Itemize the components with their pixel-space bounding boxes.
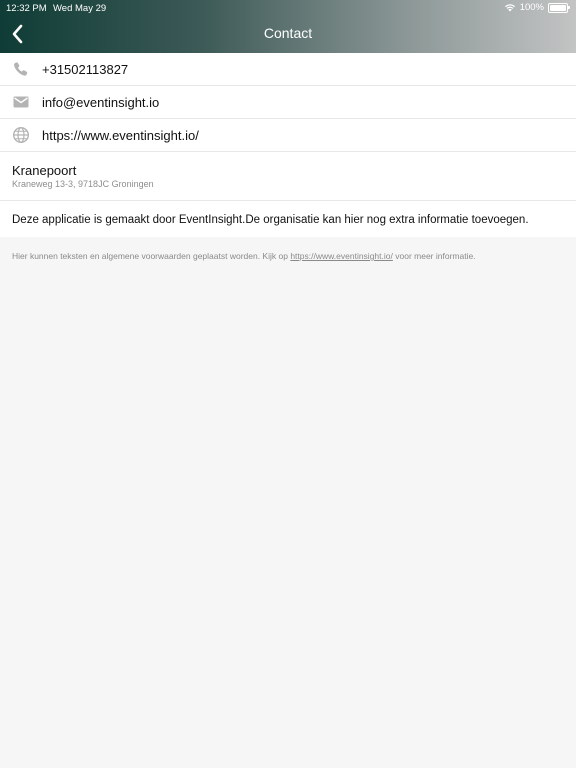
about-text: Deze applicatie is gemaakt door EventIns… [12,214,529,226]
about-block: Deze applicatie is gemaakt door EventIns… [0,201,576,237]
contact-card: +31502113827 info@eventinsight.io https:… [0,53,576,237]
footer-note: Hier kunnen teksten en algemene voorwaar… [12,251,476,261]
venue-name: Kranepoort [12,163,77,178]
header: 12:32 PM Wed May 29 100% Contact [0,0,576,53]
battery-icon [548,2,570,13]
venue-street: Kraneweg 13-3, 9718JC Groningen [12,179,154,189]
footer-suffix: voor meer informatie. [395,251,476,261]
status-right: 100% [504,2,570,13]
email-address[interactable]: info@eventinsight.io [42,95,159,110]
address-block[interactable]: Kranepoort Kraneweg 13-3, 9718JC Groning… [0,152,576,201]
battery-percent: 100% [519,2,544,13]
website-row[interactable]: https://www.eventinsight.io/ [0,119,576,152]
wifi-icon [504,4,515,12]
website-url[interactable]: https://www.eventinsight.io/ [42,128,199,143]
globe-icon [12,126,30,144]
email-row[interactable]: info@eventinsight.io [0,86,576,119]
status-bar: 12:32 PM Wed May 29 100% [0,0,576,16]
phone-number[interactable]: +31502113827 [42,62,128,77]
nav-bar: Contact [0,17,576,51]
footer-link[interactable]: https://www.eventinsight.io/ [290,251,393,261]
phone-row[interactable]: +31502113827 [0,53,576,86]
status-date: Wed May 29 [53,3,107,14]
footer-prefix: Hier kunnen teksten en algemene voorwaar… [12,251,288,261]
mail-icon [13,96,29,108]
phone-icon [14,62,28,76]
page-title: Contact [263,25,313,41]
status-time: 12:32 PM [6,3,47,14]
